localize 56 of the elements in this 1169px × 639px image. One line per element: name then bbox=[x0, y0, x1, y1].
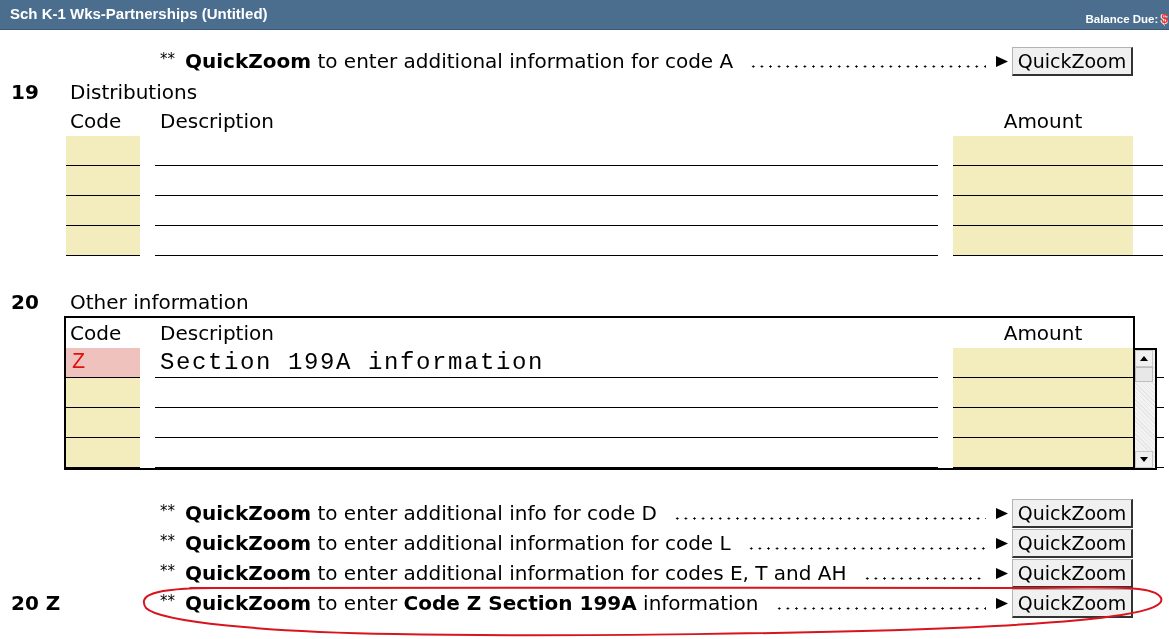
line-number: 20 bbox=[11, 290, 39, 314]
line-number: 19 bbox=[11, 80, 39, 104]
code-field[interactable] bbox=[66, 378, 140, 408]
note-marker: ** bbox=[160, 504, 175, 519]
amount-field[interactable] bbox=[953, 348, 1133, 378]
scrollbar[interactable] bbox=[1135, 348, 1157, 470]
quickzoom-instruction: QuickZoom to enter additional information for code L bbox=[185, 531, 731, 555]
scroll-up-button[interactable] bbox=[1135, 350, 1153, 367]
quickzoom-button[interactable]: QuickZoom bbox=[1012, 528, 1133, 558]
quickzoom-button[interactable]: QuickZoom bbox=[1012, 498, 1133, 528]
code-field[interactable] bbox=[66, 438, 140, 468]
amount-field[interactable] bbox=[953, 226, 1133, 256]
code-field[interactable] bbox=[66, 166, 140, 196]
triangle-right-icon bbox=[996, 597, 1008, 609]
code-field[interactable] bbox=[66, 408, 140, 438]
scroll-thumb[interactable] bbox=[1135, 367, 1153, 382]
code-field[interactable] bbox=[66, 136, 140, 166]
note-marker: ** bbox=[160, 594, 175, 609]
column-header: Amount bbox=[1003, 109, 1083, 133]
triangle-right-icon bbox=[996, 507, 1008, 519]
note-marker: ** bbox=[160, 564, 175, 579]
amount-field[interactable] bbox=[953, 136, 1133, 166]
column-header: Amount bbox=[1003, 321, 1083, 345]
quickzoom-button[interactable]: QuickZoom bbox=[1012, 588, 1133, 618]
section-title: Distributions bbox=[70, 80, 198, 104]
balance-due-amount: $ bbox=[1161, 13, 1168, 26]
quickzoom-button[interactable]: QuickZoom bbox=[1012, 558, 1133, 588]
section-title: Other information bbox=[70, 290, 249, 314]
quickzoom-instruction: QuickZoom to enter additional info for code D bbox=[185, 501, 657, 525]
column-header: Description bbox=[159, 109, 274, 133]
code-field[interactable] bbox=[66, 226, 140, 256]
quickzoom-instruction: QuickZoom to enter additional information for codes E, T and AH bbox=[185, 561, 847, 585]
note-marker: ** bbox=[160, 534, 175, 549]
code-field[interactable] bbox=[66, 196, 140, 226]
description-field[interactable]: Section 199A information bbox=[155, 348, 938, 378]
column-header: Code bbox=[69, 109, 122, 133]
amount-field[interactable] bbox=[953, 378, 1133, 408]
note-marker: ** bbox=[160, 52, 175, 67]
amount-field[interactable] bbox=[953, 438, 1133, 468]
triangle-right-icon bbox=[996, 567, 1008, 579]
amount-field[interactable] bbox=[953, 408, 1133, 438]
amount-field[interactable] bbox=[953, 196, 1133, 226]
line-number: 20 Z bbox=[11, 591, 61, 615]
quickzoom-button[interactable]: QuickZoom bbox=[1012, 46, 1133, 76]
window-title: Sch K-1 Wks-Partnerships (Untitled) bbox=[10, 5, 268, 22]
scroll-down-button[interactable] bbox=[1135, 451, 1153, 468]
quickzoom-instruction: QuickZoom to enter Code Z Section 199A information bbox=[185, 591, 759, 615]
triangle-down-icon bbox=[1140, 457, 1148, 462]
balance-due-label: Balance Due: bbox=[1085, 13, 1159, 26]
quickzoom-instruction: QuickZoom to enter additional information for code A bbox=[185, 49, 734, 73]
triangle-up-icon bbox=[1140, 356, 1148, 361]
column-header: Description bbox=[159, 321, 274, 345]
triangle-right-icon bbox=[996, 55, 1008, 67]
amount-field[interactable] bbox=[953, 166, 1133, 196]
triangle-right-icon bbox=[996, 537, 1008, 549]
column-header: Code bbox=[69, 321, 122, 345]
